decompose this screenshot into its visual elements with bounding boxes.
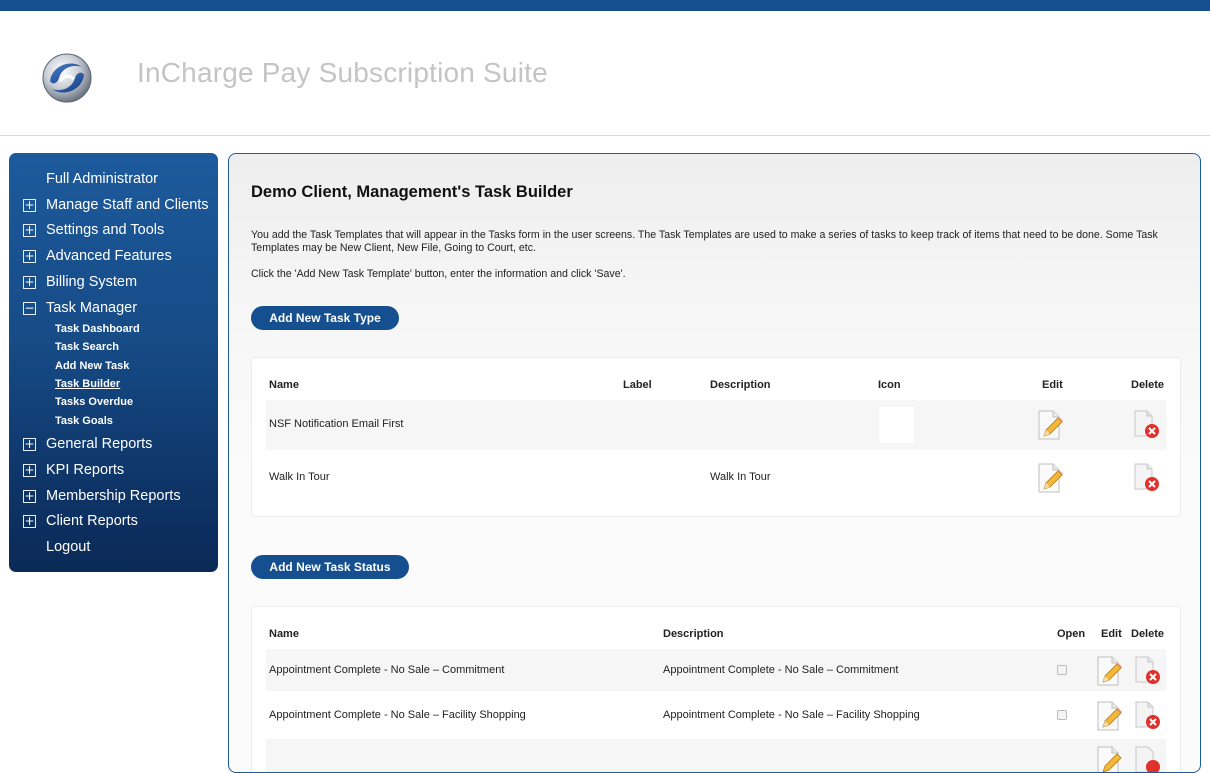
sidebar-item-label: Full Administrator [46, 171, 159, 187]
subnav-task-dashboard[interactable]: Task Dashboard [55, 323, 140, 335]
column-header-edit: Edit [1101, 628, 1122, 640]
table-row: Walk In Tour Walk In Tour [266, 453, 1166, 503]
expand-plus-icon[interactable]: + [23, 199, 36, 212]
sidebar-item-advanced-features[interactable]: + Advanced Features [9, 245, 218, 269]
table-row: NSF Notification Email First [266, 400, 1166, 450]
sidebar-item-logout[interactable]: Logout [9, 536, 218, 560]
expand-plus-icon[interactable]: + [23, 224, 36, 237]
sidebar-item-label: Manage Staff and Clients [46, 197, 209, 213]
sidebar-nav: Full Administrator + Manage Staff and Cl… [9, 153, 218, 572]
expand-plus-icon[interactable]: + [23, 464, 36, 477]
expand-plus-icon[interactable]: + [23, 250, 36, 263]
sidebar-item-label: Membership Reports [46, 488, 181, 504]
expand-plus-icon[interactable]: + [23, 515, 36, 528]
edit-icon[interactable] [1037, 410, 1063, 440]
sidebar-item-label: Advanced Features [46, 248, 172, 264]
collapse-minus-icon[interactable]: − [23, 302, 36, 315]
sidebar-item-task-manager[interactable]: − Task Manager [9, 297, 218, 321]
delete-icon[interactable] [1132, 463, 1162, 493]
task-type-name: Walk In Tour [269, 471, 330, 483]
sidebar-item-label: Client Reports [46, 513, 138, 529]
column-header-delete: Delete [1131, 628, 1165, 640]
sidebar-item-full-administrator[interactable]: Full Administrator [9, 168, 218, 192]
task-icon-preview [879, 407, 914, 443]
page-title: Demo Client, Management's Task Builder [251, 183, 573, 201]
subnav-tasks-overdue[interactable]: Tasks Overdue [55, 396, 133, 408]
delete-icon[interactable] [1133, 746, 1163, 772]
add-task-type-button[interactable]: Add New Task Type [251, 306, 399, 330]
sidebar-item-label: Task Manager [46, 300, 138, 316]
sidebar-item-client-reports[interactable]: + Client Reports [9, 510, 218, 534]
task-status-name: Appointment Complete - No Sale – Facilit… [269, 709, 526, 721]
column-header-icon: Icon [878, 379, 901, 391]
expand-plus-icon[interactable]: + [23, 276, 36, 289]
add-task-status-button[interactable]: Add New Task Status [251, 555, 409, 579]
intro-text: You add the Task Templates that will app… [251, 229, 1158, 254]
delete-icon[interactable] [1132, 410, 1162, 440]
edit-icon[interactable] [1096, 746, 1122, 772]
main-panel: Demo Client, Management's Task Builder Y… [228, 153, 1201, 773]
subnav-task-builder[interactable]: Task Builder [55, 378, 120, 390]
task-statuses-table: Name Description Open Edit Delete Appoin… [251, 606, 1181, 772]
edit-icon[interactable] [1096, 656, 1122, 686]
sidebar-item-kpi-reports[interactable]: + KPI Reports [9, 459, 218, 483]
delete-icon[interactable] [1133, 656, 1163, 686]
task-status-description: Appointment Complete - No Sale – Commitm… [663, 664, 899, 676]
column-header-description: Description [663, 628, 724, 640]
sidebar-item-label: Settings and Tools [46, 222, 165, 238]
expand-plus-icon[interactable]: + [23, 490, 36, 503]
column-header-delete: Delete [1131, 379, 1165, 391]
swirl-logo-icon [40, 51, 94, 105]
column-header-open: Open [1057, 628, 1086, 640]
task-types-table: Name Label Description Icon Edit Delete … [251, 357, 1181, 517]
table-row: Appointment Complete - No Sale – Commitm… [266, 649, 1166, 691]
subnav-task-goals[interactable]: Task Goals [55, 415, 113, 427]
column-header-name: Name [269, 379, 299, 391]
sidebar-item-billing-system[interactable]: + Billing System [9, 271, 218, 295]
top-accent-bar [0, 0, 1210, 11]
task-status-name: Appointment Complete - No Sale – Commitm… [269, 664, 505, 676]
sidebar-item-settings[interactable]: + Settings and Tools [9, 219, 218, 243]
instruction-text: Click the 'Add New Task Template' button… [251, 268, 626, 280]
sidebar-item-general-reports[interactable]: + General Reports [9, 433, 218, 457]
open-checkbox[interactable] [1057, 665, 1067, 675]
sidebar-item-manage-staff[interactable]: + Manage Staff and Clients [9, 194, 218, 218]
edit-icon[interactable] [1096, 701, 1122, 731]
sidebar-item-label: Billing System [46, 274, 138, 290]
task-type-description: Walk In Tour [710, 471, 771, 483]
table-row: Appointment Complete - No Sale – Facilit… [266, 694, 1166, 736]
edit-icon[interactable] [1037, 463, 1063, 493]
column-header-name: Name [269, 628, 299, 640]
column-header-description: Description [710, 379, 771, 391]
subnav-task-search[interactable]: Task Search [55, 341, 119, 353]
sidebar-item-label: Logout [46, 539, 91, 555]
open-checkbox[interactable] [1057, 710, 1067, 720]
subnav-add-new-task[interactable]: Add New Task [55, 360, 129, 372]
expand-plus-icon[interactable]: + [23, 438, 36, 451]
task-type-name: NSF Notification Email First [269, 418, 404, 430]
delete-icon[interactable] [1133, 701, 1163, 731]
task-status-description: Appointment Complete - No Sale – Facilit… [663, 709, 920, 721]
sidebar-item-label: KPI Reports [46, 462, 125, 478]
table-row [266, 739, 1166, 772]
sidebar-item-membership-reports[interactable]: + Membership Reports [9, 485, 218, 509]
sidebar-item-label: General Reports [46, 436, 153, 452]
column-header-label: Label [623, 379, 652, 391]
column-header-edit: Edit [1042, 379, 1063, 391]
header: InCharge Pay Subscription Suite [0, 11, 1210, 136]
app-title: InCharge Pay Subscription Suite [137, 57, 548, 88]
